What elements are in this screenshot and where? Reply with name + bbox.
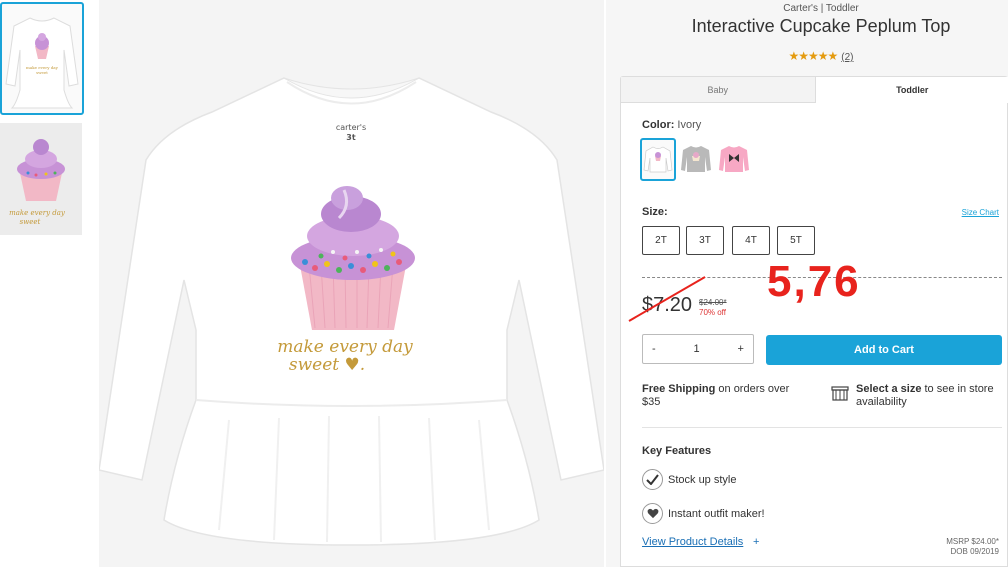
breadcrumb[interactable]: Carter's | Toddler — [606, 3, 1008, 14]
feature-label: Instant outfit maker! — [668, 507, 765, 520]
feature-item: Stock up style — [642, 469, 842, 490]
quantity-minus-button[interactable]: - — [652, 343, 656, 355]
rating[interactable]: ★★★★★ (2) — [606, 49, 1008, 63]
strike-annotation — [628, 276, 706, 322]
purchase-card: Baby Toddler Color: Ivory Size: Size Cha… — [620, 76, 1008, 567]
color-value: Ivory — [677, 119, 702, 131]
main-product-image: carter's 3t make every day sweet ♥. — [99, 0, 604, 567]
size-chart-link[interactable]: Size Chart — [962, 208, 999, 217]
tab-toddler[interactable]: Toddler — [815, 77, 1008, 103]
tag-brand: carter's — [336, 123, 366, 132]
quantity-plus-button[interactable]: + — [738, 343, 744, 355]
quantity-value[interactable]: 1 — [694, 343, 700, 355]
quantity-stepper: - 1 + — [642, 334, 754, 364]
shipping-bold: Free Shipping — [642, 383, 716, 395]
swatch-pink[interactable] — [717, 138, 753, 181]
product-page: make every day sweet make every day swee… — [0, 0, 1008, 567]
heart-badge-icon — [642, 503, 663, 524]
store-availability: Select a size to see in store availabili… — [856, 383, 1006, 409]
checkmark-icon — [642, 469, 663, 490]
thumbnail-strip: make every day sweet make every day swee… — [0, 0, 86, 567]
add-to-cart-button[interactable]: Add to Cart — [766, 335, 1002, 365]
product-info-panel: Carter's | Toddler Interactive Cupcake P… — [606, 0, 1008, 567]
thumbnail-shirt[interactable]: make every day sweet — [0, 2, 84, 115]
expand-plus-icon[interactable]: + — [753, 536, 759, 548]
star-icons: ★★★★★ — [788, 49, 838, 63]
color-label: Color: — [642, 119, 675, 131]
shirt-slogan: make every day — [277, 337, 413, 357]
msrp-info: MSRP $24.00* DOB 09/2019 — [946, 537, 999, 557]
size-2t-button[interactable]: 2T — [642, 226, 680, 255]
tag-size: 3t — [346, 133, 356, 142]
tab-baby[interactable]: Baby — [621, 77, 816, 103]
swatch-ivory[interactable] — [640, 138, 676, 181]
shipping-info: Free Shipping on orders over $35 — [642, 383, 807, 409]
thumbnail-closeup[interactable]: make every day sweet — [0, 123, 82, 235]
review-count-link[interactable]: (2) — [841, 52, 853, 63]
section-divider — [642, 427, 1002, 428]
store-icon — [831, 386, 849, 401]
svg-text:sweet: sweet — [20, 218, 41, 226]
handwritten-price-annotation: 5,76 — [767, 257, 861, 306]
size-label: Size: — [642, 206, 668, 218]
msrp-line: MSRP $24.00* — [946, 537, 999, 546]
age-tabs: Baby Toddler — [621, 77, 1008, 103]
swatch-gray[interactable] — [679, 138, 715, 181]
svg-text:make every day: make every day — [9, 209, 66, 217]
feature-label: Stock up style — [668, 473, 737, 486]
size-4t-button[interactable]: 4T — [732, 226, 770, 255]
size-5t-button[interactable]: 5T — [777, 226, 815, 255]
feature-item: Instant outfit maker! — [642, 503, 842, 524]
product-title: Interactive Cupcake Peplum Top — [691, 16, 951, 36]
view-product-details-link[interactable]: View Product Details — [642, 536, 743, 548]
svg-text:sweet: sweet — [36, 70, 48, 75]
color-selector-label: Color: Ivory — [642, 119, 701, 131]
store-bold: Select a size — [856, 383, 922, 395]
dob-line: DOB 09/2019 — [950, 547, 999, 556]
svg-text:sweet ♥.: sweet ♥. — [289, 355, 365, 375]
size-3t-button[interactable]: 3T — [686, 226, 724, 255]
key-features-title: Key Features — [642, 445, 712, 457]
